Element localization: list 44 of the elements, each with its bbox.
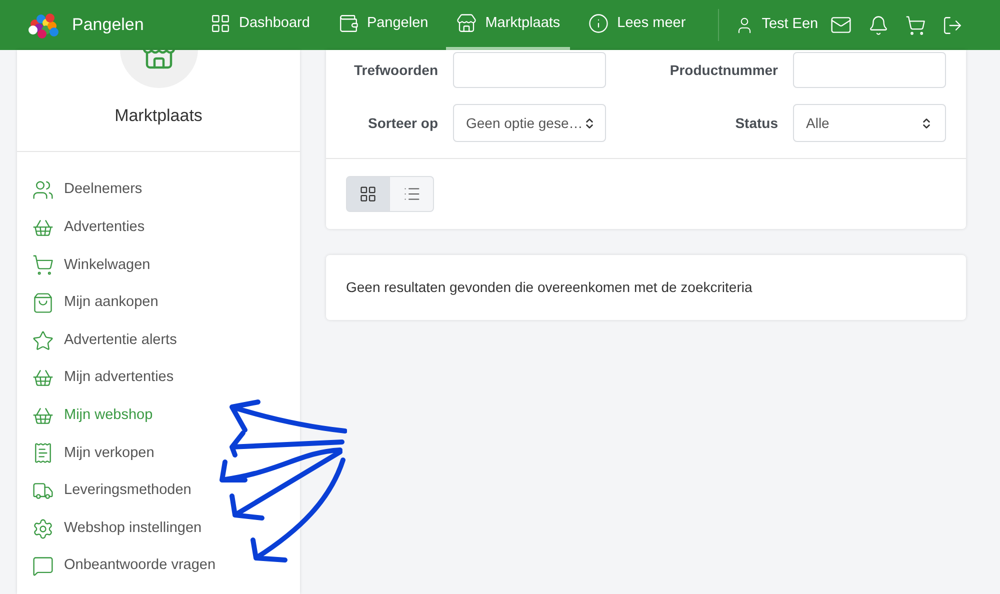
sidebar-item[interactable]: Onbeantwoorde vragen	[32, 547, 216, 586]
product-number-field[interactable]	[793, 52, 946, 88]
sidebar-item[interactable]: Mijn webshop	[32, 397, 153, 435]
brand-name: Pangelen	[72, 14, 144, 36]
cart-icon[interactable]	[905, 14, 926, 36]
mail-icon[interactable]	[830, 14, 852, 36]
keywords-field[interactable]	[453, 52, 606, 88]
sidebar-item[interactable]: Advertentie alerts	[32, 322, 177, 360]
people-icon	[32, 179, 54, 202]
sidebar-item[interactable]: Mijn advertenties	[32, 359, 174, 398]
sidebar-title: Marktplaats	[114, 105, 204, 127]
sidebar-item[interactable]: Mijn verkopen	[32, 434, 154, 472]
grid-icon	[359, 185, 377, 203]
updown-caret-icon	[920, 116, 933, 130]
cart-icon	[32, 254, 54, 276]
wallet-icon	[338, 13, 359, 34]
grid-view-button[interactable]	[346, 176, 390, 212]
product-number-label: Productnummer	[668, 60, 778, 80]
info-icon	[588, 13, 610, 34]
bell-icon[interactable]	[868, 14, 890, 36]
status-label: Status	[734, 114, 778, 132]
speech-bubble-icon	[32, 555, 54, 578]
sidebar-item[interactable]: Winkelwagen	[32, 246, 150, 284]
settings-icon	[32, 518, 54, 540]
bag-icon	[32, 292, 54, 314]
sort-select[interactable]: Geen optie gese…	[453, 104, 606, 142]
no-results-message: Geen resultaten gevonden die overeenkomen met de zoekcriteria	[346, 278, 754, 297]
sort-label: Sorteer op	[366, 114, 438, 133]
star-icon	[32, 330, 54, 352]
nav-tab[interactable]: Lees meer	[578, 0, 696, 50]
logout-icon[interactable]	[942, 14, 964, 36]
status-select[interactable]: Alle	[793, 104, 946, 142]
store-icon	[456, 13, 478, 34]
sidebar-item[interactable]: Mijn aankopen	[32, 284, 158, 322]
sidebar-item[interactable]: Advertenties	[32, 209, 145, 247]
nav-tab[interactable]: Pangelen	[328, 0, 438, 50]
user-link[interactable]: Test Een	[734, 0, 818, 50]
keywords-label: Trefwoorden	[352, 60, 438, 80]
sidebar-item[interactable]: Deelnemers	[32, 172, 142, 210]
sidebar-item[interactable]: Webshop instellingen	[32, 510, 202, 548]
grid-icon	[210, 13, 231, 34]
receipt-icon	[32, 442, 54, 464]
sidebar-item[interactable]: Leveringsmethoden	[32, 472, 192, 510]
nav-tab[interactable]: Dashboard	[200, 0, 320, 50]
